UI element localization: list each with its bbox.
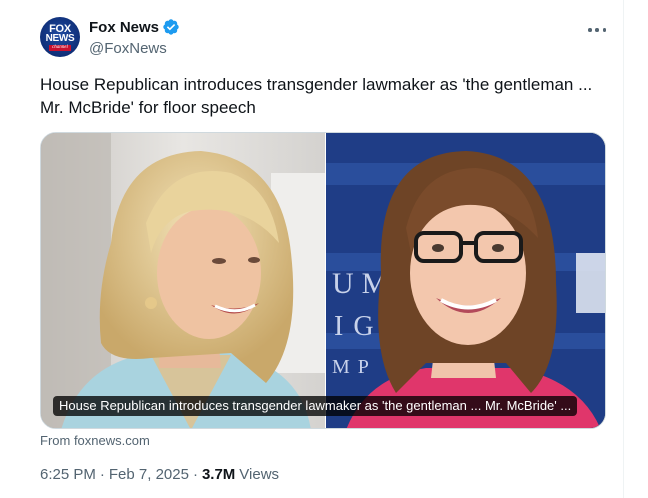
tweet-date[interactable]: Feb 7, 2025 [109, 466, 189, 483]
svg-text:IG: IG [334, 311, 384, 342]
author-display-name[interactable]: Fox News [89, 19, 159, 36]
tweet-card[interactable]: FOX NEWS channel Fox News @FoxNews House… [0, 0, 624, 498]
photo-left [41, 133, 325, 428]
media-card-link[interactable]: UM IG MP House Republican introduces tra… [40, 132, 606, 429]
meta-separator: · [99, 466, 105, 483]
avatar-logo-fox: FOX [49, 22, 71, 35]
tweet-time[interactable]: 6:25 PM [40, 466, 96, 483]
meta-separator-2: · [192, 466, 198, 483]
photo-right: UM IG MP [326, 133, 605, 428]
photo-left-illustration [41, 133, 325, 428]
link-source[interactable]: From foxnews.com [40, 433, 150, 448]
author-name-row: Fox News [89, 18, 180, 36]
avatar-logo-news: NEWS [45, 32, 75, 44]
avatar[interactable]: FOX NEWS channel [40, 17, 80, 57]
media-caption: House Republican introduces transgender … [53, 396, 578, 416]
views-label: Views [239, 466, 280, 483]
more-horizontal-icon[interactable] [588, 24, 606, 36]
author-handle[interactable]: @FoxNews [89, 40, 167, 57]
tweet-meta: 6:25 PM · Feb 7, 2025 · 3.7M Views [40, 466, 279, 483]
svg-text:MP: MP [332, 356, 377, 378]
avatar-logo-channel: channel [49, 44, 71, 51]
tweet-text: House Republican introduces transgender … [40, 75, 593, 117]
photo-right-illustration: UM IG MP [326, 133, 605, 428]
verified-badge-icon[interactable] [162, 18, 180, 36]
views-count[interactable]: 3.7M [202, 466, 235, 483]
